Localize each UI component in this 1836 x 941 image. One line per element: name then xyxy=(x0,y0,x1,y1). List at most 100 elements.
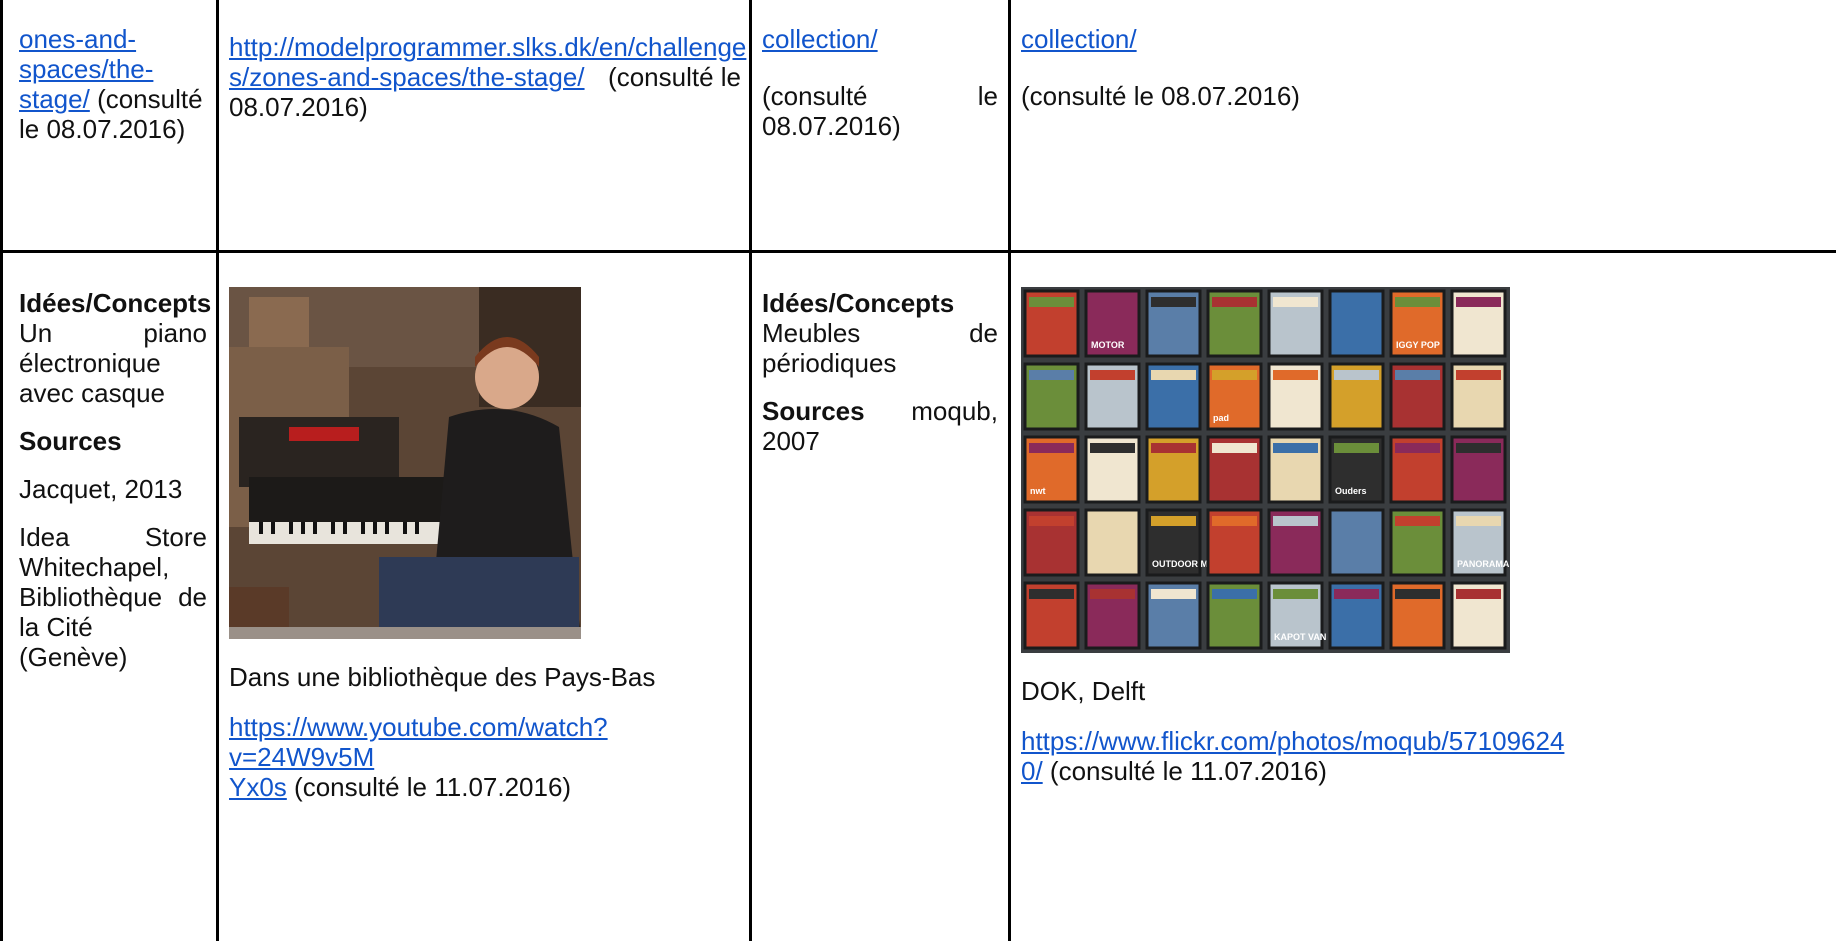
consulted-date: 08.07.2016) xyxy=(762,111,901,141)
magazine-masthead xyxy=(1029,516,1074,526)
table-border-col3 xyxy=(1008,0,1011,941)
source-text: de xyxy=(178,582,207,612)
consulted-note: le xyxy=(977,81,998,111)
table-border-left xyxy=(0,0,3,941)
consulted-note: (consulté le 11.07.2016) xyxy=(294,772,572,802)
magazine-masthead xyxy=(1273,589,1318,599)
source-link[interactable]: ones-and- xyxy=(19,24,136,54)
source-link[interactable]: collection/ xyxy=(762,24,878,54)
concept-text: électronique xyxy=(19,348,161,378)
magazine-masthead xyxy=(1212,370,1257,380)
source-link[interactable]: Yx0s xyxy=(229,772,287,802)
source-text: Jacquet, 2013 xyxy=(19,474,183,504)
magazine-masthead xyxy=(1456,370,1501,380)
piano-photo xyxy=(229,287,581,639)
source-link[interactable]: http://modelprogrammer.slks.dk/en/challe… xyxy=(229,32,746,62)
magazine-masthead xyxy=(1029,589,1074,599)
row1-cell1: ones-and- spaces/the- stage/ (consulté l… xyxy=(19,24,207,144)
concept-text: Meubles xyxy=(762,318,861,348)
concept-text: avec casque xyxy=(19,378,165,408)
magazine-masthead xyxy=(1090,370,1135,380)
magazine-masthead xyxy=(1395,297,1440,307)
sources-heading: Sources xyxy=(762,396,865,426)
concept-text: périodiques xyxy=(762,348,897,378)
magazine-title: Ouders xyxy=(1335,486,1367,496)
consulted-date: le 08.07.2016) xyxy=(19,114,186,144)
source-text: Store xyxy=(144,522,207,552)
row2-cell1: Idées/Concepts Un piano électronique avec… xyxy=(19,288,212,672)
magazine-masthead xyxy=(1334,443,1379,453)
magazine-title: nwt xyxy=(1030,486,1046,496)
table-border-col2 xyxy=(749,0,752,941)
source-link[interactable]: stage/ xyxy=(19,84,90,114)
magazine-masthead xyxy=(1334,516,1379,526)
magazine-masthead xyxy=(1029,443,1074,453)
source-link[interactable]: spaces/the- xyxy=(19,54,153,84)
magazine-masthead xyxy=(1395,370,1440,380)
magazine-rack-illustration: MOTOR IGGY POPpadnwt OudersOUTDOOR MAGAZIN… xyxy=(1021,287,1510,653)
source-text: Idea xyxy=(19,522,70,552)
magazine-masthead xyxy=(1151,589,1196,599)
magazine-rack-photo: MOTOR IGGY POP pad nwt Ouders OUTDOOR MAGAZIN… xyxy=(1021,287,1510,653)
consulted-note: (consulté le xyxy=(608,62,741,92)
source-text: Bibliothèque xyxy=(19,582,163,612)
source-link[interactable]: https://www.flickr.com/photos/moqub/5710… xyxy=(1021,726,1564,756)
magazine-masthead xyxy=(1273,516,1318,526)
magazine-masthead xyxy=(1212,443,1257,453)
magazine-masthead xyxy=(1029,370,1074,380)
magazine-masthead xyxy=(1212,297,1257,307)
magazine-masthead xyxy=(1456,516,1501,526)
row1-cell4: collection/ (consulté le 08.07.2016) xyxy=(1021,24,1821,111)
source-text: la Cité (Genève) xyxy=(19,612,128,672)
magazine-masthead xyxy=(1456,443,1501,453)
magazine-masthead xyxy=(1212,516,1257,526)
magazine-title: IGGY POP xyxy=(1396,340,1440,350)
source-text: 2007 xyxy=(762,426,820,456)
consulted-date: 08.07.2016) xyxy=(229,92,368,122)
magazine-masthead xyxy=(1395,516,1440,526)
photo-caption: DOK, Delft xyxy=(1021,676,1146,706)
magazine-masthead xyxy=(1334,370,1379,380)
concept-text: Un xyxy=(19,318,53,348)
magazine-title: pad xyxy=(1213,413,1229,423)
magazine-masthead xyxy=(1090,516,1135,526)
source-text: Whitechapel, xyxy=(19,552,170,582)
magazine-masthead xyxy=(1090,443,1135,453)
concepts-heading: Idées/Concepts xyxy=(762,288,955,318)
magazine-masthead xyxy=(1456,589,1501,599)
magazine-masthead xyxy=(1090,297,1135,307)
magazine-masthead xyxy=(1395,589,1440,599)
magazine-masthead xyxy=(1456,297,1501,307)
consulted-note: (consulté xyxy=(97,84,203,114)
source-link[interactable]: s/zones-and-spaces/the-stage/ xyxy=(229,62,585,92)
magazine-masthead xyxy=(1151,297,1196,307)
photo-caption: Dans une bibliothèque des Pays-Bas xyxy=(229,662,656,692)
magazine-masthead xyxy=(1334,297,1379,307)
consulted-note: (consulté xyxy=(762,81,868,111)
magazine-masthead xyxy=(1273,297,1318,307)
magazine-masthead xyxy=(1029,297,1074,307)
concepts-heading: Idées/Concepts xyxy=(19,288,212,318)
row1-cell3: collection/ (consulté le 08.07.2016) xyxy=(762,24,998,141)
concept-text: piano xyxy=(143,318,207,348)
magazine-masthead xyxy=(1151,516,1196,526)
magazine-masthead xyxy=(1395,443,1440,453)
table-row-divider xyxy=(0,250,1836,253)
source-text: moqub, xyxy=(911,396,998,426)
row2-cell3: Idées/Concepts Meubles de périodiques Sou… xyxy=(762,288,998,456)
row2-cell4-caption: DOK, Delft https://www.flickr.com/photos… xyxy=(1021,676,1821,786)
row2-cell2-caption: Dans une bibliothèque des Pays-Bas https… xyxy=(229,662,741,802)
magazine-masthead xyxy=(1151,443,1196,453)
concept-text: de xyxy=(969,318,998,348)
table-border-col1 xyxy=(216,0,219,941)
magazine-title: MOTOR xyxy=(1091,340,1125,350)
magazine-masthead xyxy=(1273,443,1318,453)
row1-cell2: http://modelprogrammer.slks.dk/en/challe… xyxy=(229,32,746,122)
consulted-date: (consulté le 08.07.2016) xyxy=(1021,81,1300,111)
source-link[interactable]: https://www.youtube.com/watch?v=24W9v5M xyxy=(229,712,608,772)
magazine-title: PANORAMA xyxy=(1457,559,1510,569)
source-link[interactable]: 0/ xyxy=(1021,756,1043,786)
sources-heading: Sources xyxy=(19,426,122,456)
source-link[interactable]: collection/ xyxy=(1021,24,1137,54)
consulted-note: (consulté le 11.07.2016) xyxy=(1049,756,1327,786)
